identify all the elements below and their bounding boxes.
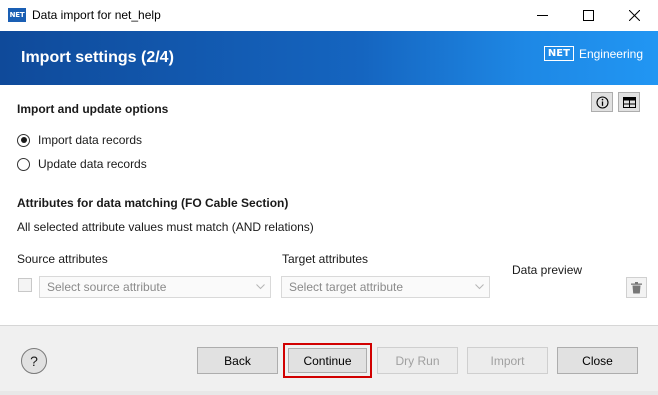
minimize-button[interactable] [519, 0, 565, 31]
radio-button[interactable] [17, 157, 30, 171]
maximize-button[interactable] [565, 0, 611, 31]
settings-content: Import and update options Import data re… [0, 85, 658, 325]
trash-icon [631, 281, 642, 293]
info-button[interactable] [591, 92, 613, 112]
matching-section-title: Attributes for data matching (FO Cable S… [17, 196, 289, 210]
radio-update-records[interactable]: Update data records [17, 157, 147, 171]
chevron-down-icon [252, 278, 268, 296]
wizard-footer: ? Back Continue Dry Run Import Close [0, 326, 658, 395]
wizard-header: Import settings (2/4) NET Engineering [0, 31, 658, 85]
bottom-edge [0, 391, 658, 395]
continue-button[interactable]: Continue [288, 348, 367, 373]
close-button[interactable]: Close [557, 347, 638, 374]
close-icon [628, 10, 640, 21]
window-title: Data import for net_help [32, 8, 161, 22]
data-preview-label: Data preview [512, 263, 583, 277]
continue-highlight: Continue [283, 343, 372, 378]
close-window-button[interactable] [611, 0, 657, 31]
radio-label: Update data records [38, 157, 147, 171]
help-button[interactable]: ? [21, 348, 47, 374]
radio-label: Import data records [38, 133, 143, 147]
delete-attribute-button[interactable] [626, 277, 647, 298]
matching-description: All selected attribute values must match… [17, 220, 314, 234]
radio-import-records[interactable]: Import data records [17, 133, 142, 147]
window-titlebar: NET Data import for net_help [0, 0, 658, 31]
back-button[interactable]: Back [197, 347, 278, 374]
source-attributes-label: Source attributes [17, 252, 108, 266]
target-attribute-select[interactable]: Select target attribute [281, 276, 490, 298]
brand-net-box: NET [543, 46, 574, 61]
chevron-down-icon [471, 278, 487, 296]
source-attribute-placeholder: Select source attribute [47, 280, 167, 294]
target-attributes-label: Target attributes [282, 252, 369, 266]
brand-logo: NET Engineering [543, 46, 643, 61]
options-section-title: Import and update options [17, 102, 169, 116]
minimize-icon [536, 15, 548, 16]
page-title: Import settings (2/4) [21, 49, 174, 66]
dry-run-button[interactable]: Dry Run [377, 347, 458, 374]
info-icon [595, 95, 609, 109]
table-view-button[interactable] [618, 92, 640, 112]
source-attribute-select[interactable]: Select source attribute [39, 276, 271, 298]
attribute-row-checkbox[interactable] [18, 278, 32, 292]
brand-text: Engineering [578, 46, 643, 61]
import-button[interactable]: Import [467, 347, 548, 374]
maximize-icon [582, 10, 594, 21]
target-attribute-placeholder: Select target attribute [289, 280, 404, 294]
app-logo-icon: NET [8, 8, 26, 22]
table-icon [622, 96, 636, 108]
radio-button[interactable] [17, 133, 30, 147]
